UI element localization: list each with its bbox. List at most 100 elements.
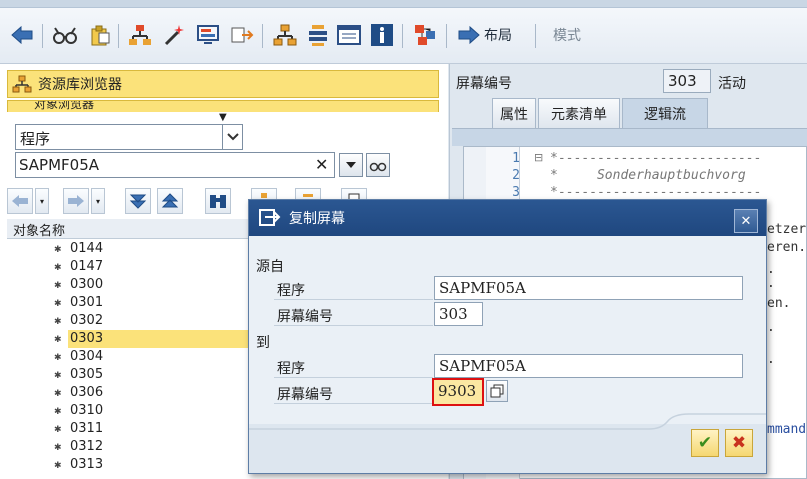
mode-button[interactable]: 模式 <box>553 25 581 45</box>
code-line: *-------------------------- <box>550 151 762 166</box>
bullet-icon: ✱ <box>54 281 62 291</box>
tree-item[interactable]: ✱ 0144 <box>54 240 254 258</box>
bullet-icon: ✱ <box>54 407 62 417</box>
expand-all-icon[interactable] <box>125 188 151 214</box>
repository-browser-header[interactable]: 资源库浏览器 <box>7 70 439 98</box>
object-name-value: SAPMF05A <box>19 156 100 174</box>
section-label-to: 到 <box>256 335 270 351</box>
tree-item[interactable]: ✱ 0306 <box>54 384 254 402</box>
binoculars-icon[interactable] <box>205 188 231 214</box>
previous-icon[interactable] <box>7 188 33 214</box>
tree-item[interactable]: ✱ 0304 <box>54 348 254 366</box>
layout-button[interactable]: 布局 <box>484 25 512 45</box>
next-icon[interactable] <box>63 188 89 214</box>
window-icon[interactable] <box>336 22 362 48</box>
clipboard-icon[interactable] <box>86 22 112 48</box>
object-type-value: 程序 <box>20 130 51 148</box>
tree-item-selected[interactable]: ✱ 0303 <box>54 330 254 348</box>
hierarchy-icon <box>12 75 32 93</box>
org-tree-icon[interactable] <box>272 22 298 48</box>
value-help-icon[interactable] <box>486 380 508 402</box>
object-name-input[interactable]: SAPMF05A <box>15 152 335 178</box>
from-program-label: 程序 <box>277 283 305 299</box>
tree-item[interactable]: ✱ 0305 <box>54 366 254 384</box>
line-number: 1 <box>512 151 520 166</box>
line-number: 3 <box>512 185 520 200</box>
transport-icon[interactable] <box>229 22 255 48</box>
collapse-all-icon[interactable] <box>157 188 183 214</box>
code-fragment: mmand <box>767 422 807 437</box>
object-browser-label: 对象浏览器 <box>34 100 95 111</box>
repository-browser-label: 资源库浏览器 <box>38 77 122 93</box>
screen-painter-icon[interactable] <box>195 22 221 48</box>
clear-icon[interactable]: ✕ <box>315 155 328 174</box>
info-icon[interactable] <box>369 22 395 48</box>
bullet-icon: ✱ <box>54 425 62 435</box>
object-tree: ✱ 0144 ✱ 0147 ✱ 0300 ✱ 0301 ✱ 0302 ✱ 0303 ✱ 030… <box>54 240 254 474</box>
bullet-icon: ✱ <box>54 245 62 255</box>
code-fragment: . <box>767 352 775 367</box>
from-screen-label: 屏幕编号 <box>277 309 333 325</box>
dropdown-arrow-icon[interactable]: ▼ <box>219 112 227 123</box>
from-screen-row: 屏幕编号 <box>274 302 734 326</box>
top-strip <box>0 0 807 8</box>
bullet-icon: ✱ <box>54 443 62 453</box>
stack-icon[interactable] <box>305 22 331 48</box>
code-fragment: . <box>767 320 775 335</box>
tree-item[interactable]: ✱ 0147 <box>54 258 254 276</box>
tree-item[interactable]: ✱ 0302 <box>54 312 254 330</box>
hierarchy-icon[interactable] <box>127 22 153 48</box>
display-glasses-icon[interactable] <box>366 153 390 177</box>
collapse-block-icon[interactable]: ⊟ <box>534 151 543 164</box>
continue-button[interactable]: ✔ <box>691 429 719 457</box>
network-icon[interactable] <box>412 22 438 48</box>
tab-attributes[interactable]: 属性 <box>492 98 536 128</box>
tab-element-list[interactable]: 元素清单 <box>538 98 620 128</box>
code-line: *-------------------------- <box>550 185 762 200</box>
back-arrow-icon[interactable] <box>9 22 35 48</box>
application-toolbar: 布局 模式 <box>0 8 807 64</box>
bullet-icon: ✱ <box>54 461 62 471</box>
bullet-icon: ✱ <box>54 335 62 345</box>
to-program-field[interactable]: SAPMF05A <box>434 354 743 378</box>
copy-screen-icon <box>259 207 281 227</box>
to-screen-label: 屏幕编号 <box>277 387 333 403</box>
tree-item[interactable]: ✱ 0311 <box>54 420 254 438</box>
code-fragment: . <box>767 262 775 277</box>
chevron-down-icon[interactable] <box>222 125 242 149</box>
bullet-icon: ✱ <box>54 299 62 309</box>
cancel-button[interactable]: ✖ <box>725 429 753 457</box>
next-dropdown-icon[interactable]: ▾ <box>91 188 105 214</box>
previous-dropdown-icon[interactable]: ▾ <box>35 188 49 214</box>
tree-item[interactable]: ✱ 0300 <box>54 276 254 294</box>
tree-item[interactable]: ✱ 0301 <box>54 294 254 312</box>
tab-flow-logic[interactable]: 逻辑流 <box>622 98 708 128</box>
to-screen-field[interactable]: 9303 <box>432 378 484 406</box>
magic-wand-icon[interactable] <box>161 22 187 48</box>
bullet-icon: ✱ <box>54 353 62 363</box>
arrow-right-icon[interactable] <box>456 22 482 48</box>
code-fragment: . <box>767 276 775 291</box>
code-line: * Sonderhauptbuchvorg <box>550 168 746 183</box>
from-screen-field[interactable]: 303 <box>434 302 483 326</box>
object-browser-header[interactable]: 对象浏览器 <box>7 100 439 112</box>
from-program-field[interactable]: SAPMF05A <box>434 276 743 300</box>
line-number: 2 <box>512 168 520 183</box>
bullet-icon: ✱ <box>54 317 62 327</box>
dialog-title: 复制屏幕 <box>249 200 766 236</box>
tab-content-strip <box>452 128 807 146</box>
bullet-icon: ✱ <box>54 371 62 381</box>
bullet-icon: ✱ <box>54 263 62 273</box>
tree-item[interactable]: ✱ 0312 <box>54 438 254 456</box>
code-fragment: en. <box>767 296 791 311</box>
tree-item[interactable]: ✱ 0313 <box>54 456 254 474</box>
object-type-select[interactable]: 程序 <box>15 124 243 150</box>
to-program-label: 程序 <box>277 361 305 377</box>
bullet-icon: ✱ <box>54 389 62 399</box>
screen-number-label: 屏幕编号 <box>456 76 512 92</box>
close-icon[interactable]: ✕ <box>734 209 758 233</box>
glasses-icon[interactable] <box>52 22 78 48</box>
tree-item[interactable]: ✱ 0310 <box>54 402 254 420</box>
screen-number-field[interactable]: 303 <box>663 69 711 93</box>
dropdown-button[interactable] <box>339 153 363 177</box>
